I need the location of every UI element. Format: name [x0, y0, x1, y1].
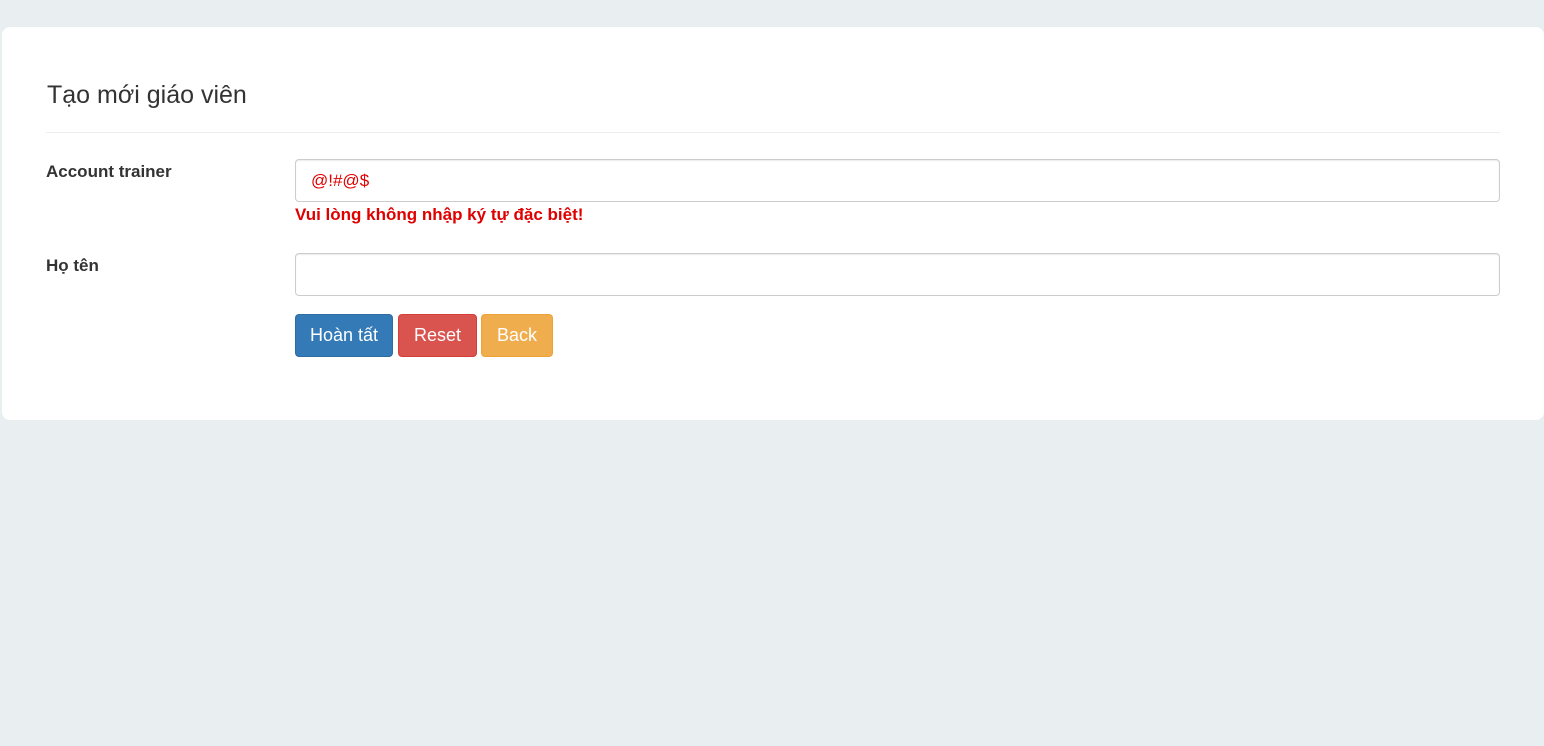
account-trainer-input[interactable] [295, 159, 1500, 202]
ho-ten-label: Họ tên [46, 256, 99, 275]
page-title: Tạo mới giáo viên [47, 81, 247, 109]
account-trainer-label: Account trainer [46, 162, 172, 181]
submit-button[interactable]: Hoàn tất [295, 314, 393, 357]
title-divider [46, 132, 1500, 133]
ho-ten-input[interactable] [295, 253, 1500, 296]
reset-button[interactable]: Reset [398, 314, 477, 357]
form-panel: Tạo mới giáo viên Account trainer Vui lò… [2, 27, 1544, 420]
account-trainer-error: Vui lòng không nhập ký tự đặc biệt! [295, 205, 584, 224]
back-button[interactable]: Back [481, 314, 553, 357]
